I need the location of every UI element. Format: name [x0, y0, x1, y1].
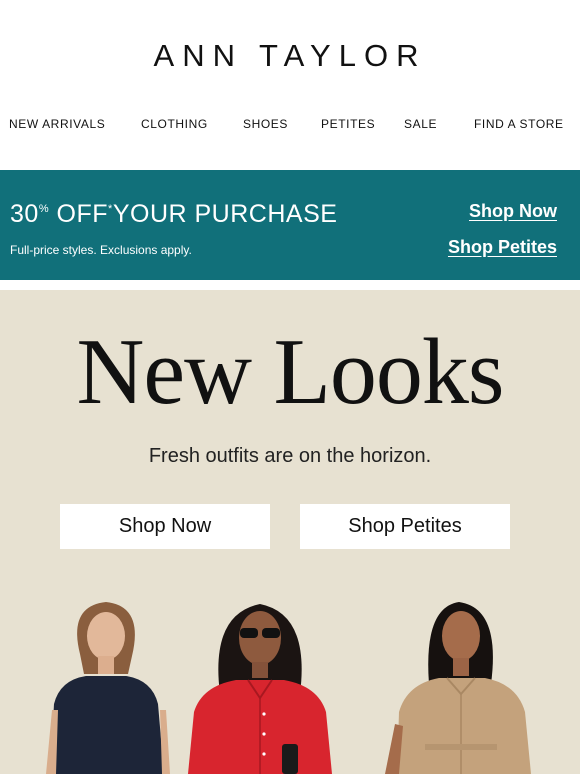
promo-shop-now-link[interactable]: Shop Now — [469, 201, 557, 222]
promo-headline: 30% OFF*YOUR PURCHASE — [10, 200, 337, 229]
hero-title: New Looks — [76, 320, 505, 424]
hero-subtitle: Fresh outfits are on the horizon. — [148, 445, 432, 467]
nav-shoes[interactable]: SHOES — [243, 117, 288, 131]
nav-find-a-store[interactable]: FIND A STORE — [474, 117, 564, 131]
model-beige-dress-image[interactable] — [385, 594, 545, 774]
hero-section: New Looks Fresh outfits are on the horiz… — [0, 290, 580, 774]
main-nav: NEW ARRIVALS CLOTHING SHOES PETITES SALE… — [0, 117, 580, 133]
promo-off: OFF — [56, 200, 109, 228]
model-navy-top-image[interactable] — [40, 594, 180, 774]
email-header: ANN TAYLOR NEW ARRIVALS CLOTHING SHOES P… — [0, 0, 580, 170]
promo-percent-sign: % — [38, 203, 50, 215]
promo-subtext: Full-price styles. Exclusions apply. — [10, 243, 192, 257]
promo-percent: 30 — [10, 200, 39, 228]
promo-shop-petites-link[interactable]: Shop Petites — [448, 237, 557, 258]
promo-banner: 30% OFF*YOUR PURCHASE Full-price styles.… — [0, 170, 580, 280]
promo-headline-tail: YOUR PURCHASE — [112, 200, 338, 228]
promo-asterisk: * — [108, 203, 113, 215]
model-red-shirt-image[interactable] — [180, 594, 340, 774]
nav-sale[interactable]: SALE — [404, 117, 437, 131]
hero-shop-petites-button[interactable]: Shop Petites — [300, 504, 510, 549]
section-divider — [0, 280, 580, 290]
nav-clothing[interactable]: CLOTHING — [141, 117, 208, 131]
hero-shop-now-button[interactable]: Shop Now — [60, 504, 270, 549]
brand-logo[interactable]: ANN TAYLOR — [0, 38, 580, 74]
nav-new-arrivals[interactable]: NEW ARRIVALS — [9, 117, 105, 131]
nav-petites[interactable]: PETITES — [321, 117, 375, 131]
